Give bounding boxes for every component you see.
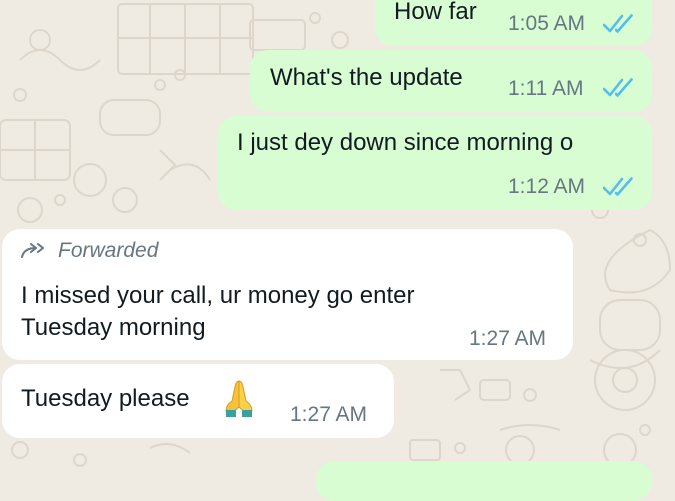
message-bubble[interactable] — [316, 461, 652, 501]
forward-arrows-icon — [21, 243, 44, 258]
double-check-icon — [603, 78, 633, 97]
folded-hands-icon — [225, 380, 253, 417]
forwarded-indicator: Forwarded — [20, 237, 158, 265]
message-text: Tuesday please — [21, 385, 190, 412]
message-bubble[interactable]: I just dey down since morning o 1:12 AM — [218, 116, 652, 210]
message-text-line: I missed your call, ur money go enter — [21, 282, 415, 309]
double-check-icon — [603, 177, 633, 196]
message-text: How far — [394, 0, 477, 25]
message-text: I just dey down since morning o — [237, 129, 574, 156]
message-bubble[interactable]: Tuesday please 1:27 AM — [2, 364, 394, 438]
message-time: 1:05 AM — [508, 12, 586, 35]
message-time: 1:12 AM — [508, 175, 586, 198]
double-check-icon — [603, 14, 633, 33]
message-time: 1:11 AM — [508, 77, 584, 100]
message-bubble[interactable]: Forwarded I missed your call, ur money g… — [2, 229, 573, 360]
message-bubble[interactable]: What's the update 1:11 AM — [250, 50, 652, 112]
message-text: What's the update — [270, 64, 463, 91]
message-time: 1:27 AM — [469, 327, 547, 350]
message-bubble[interactable]: How far 1:05 AM — [375, 0, 652, 46]
message-text-line: Tuesday morning — [21, 314, 206, 341]
forwarded-label: Forwarded — [58, 239, 159, 262]
message-time: 1:27 AM — [290, 403, 368, 426]
